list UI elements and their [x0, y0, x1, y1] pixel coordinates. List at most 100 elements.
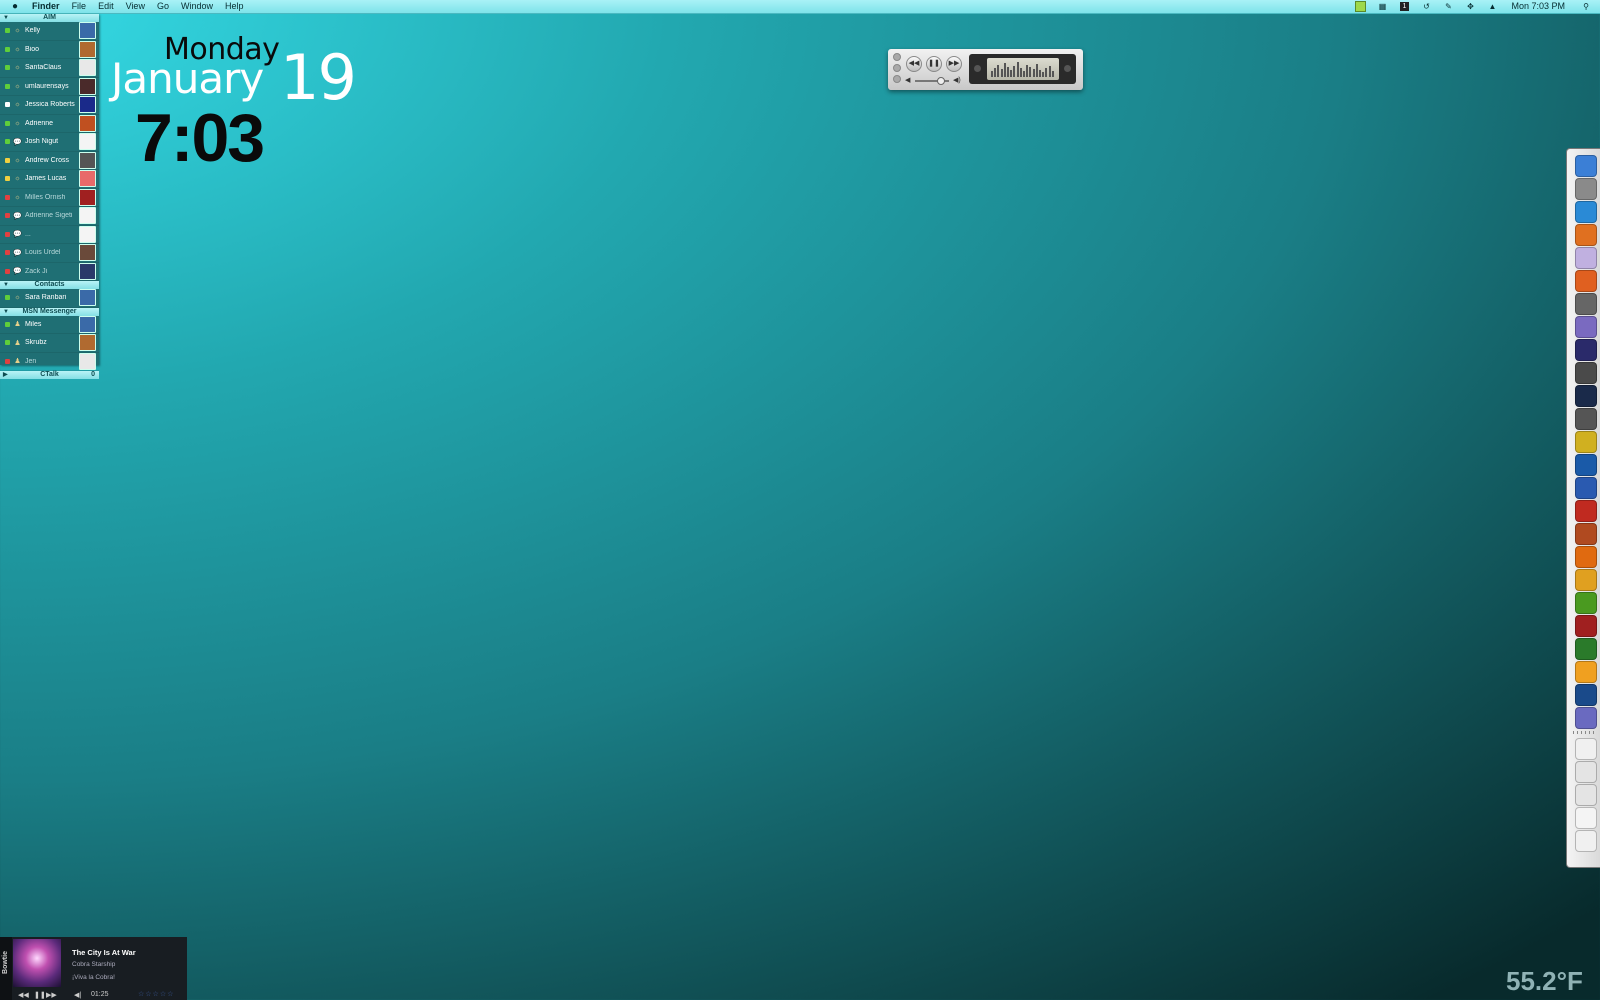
buddy-row[interactable]: ☼ SantaClaus: [0, 59, 99, 78]
activity-monitor-icon[interactable]: [1575, 638, 1597, 660]
buddy-row[interactable]: 💬 Josh Nigut: [0, 133, 99, 152]
dreamweaver-icon[interactable]: [1575, 592, 1597, 614]
disclosure-triangle-icon[interactable]: ▶: [3, 371, 8, 379]
fireworks-icon[interactable]: [1575, 569, 1597, 591]
pen-icon[interactable]: ✎: [1442, 1, 1454, 12]
buddy-row[interactable]: ♟ Skrubz: [0, 334, 99, 353]
buddy-row[interactable]: ☼ Milles Ornish: [0, 188, 99, 207]
final-cut-icon[interactable]: [1575, 362, 1597, 384]
menu-help[interactable]: Help: [225, 0, 244, 13]
buddy-row[interactable]: 💬 ...: [0, 225, 99, 244]
buddy-avatar[interactable]: [79, 262, 96, 280]
time-machine-icon[interactable]: ↺: [1420, 1, 1432, 12]
volume-knob[interactable]: [937, 77, 945, 85]
aperture-icon[interactable]: [1575, 339, 1597, 361]
minimize-window-button[interactable]: [893, 64, 901, 72]
acrobat-icon[interactable]: [1575, 615, 1597, 637]
previous-track-icon[interactable]: ◀◀: [18, 991, 29, 999]
group-header-ctalk[interactable]: ▶ CTalk 0: [0, 371, 99, 379]
lcd-display[interactable]: [969, 54, 1076, 84]
close-window-button[interactable]: [893, 53, 901, 61]
buddy-avatar[interactable]: [79, 151, 96, 169]
app-name-menu[interactable]: Finder: [32, 0, 60, 13]
documents-stack-icon[interactable]: [1575, 738, 1597, 760]
buddy-avatar[interactable]: [79, 315, 96, 333]
system-preferences-icon[interactable]: [1575, 408, 1597, 430]
photo-booth-icon[interactable]: [1575, 293, 1597, 315]
buddy-row[interactable]: ♟ Miles: [0, 315, 99, 334]
rewind-button[interactable]: ◀◀: [906, 56, 922, 72]
sfork-icon[interactable]: [1575, 807, 1597, 829]
buddy-row[interactable]: ☼ Bioo: [0, 40, 99, 59]
bowtie-tab[interactable]: Bowtie: [0, 937, 12, 1000]
buddy-avatar[interactable]: [79, 188, 96, 206]
menu-go[interactable]: Go: [157, 0, 169, 13]
lcd-right-button[interactable]: [1064, 65, 1071, 72]
lcd-left-button[interactable]: [974, 65, 981, 72]
buddy-avatar[interactable]: [79, 225, 96, 243]
menu-window[interactable]: Window: [181, 0, 213, 13]
disclosure-triangle-icon[interactable]: ▼: [3, 281, 9, 289]
buddy-avatar[interactable]: [79, 96, 96, 114]
flash-icon[interactable]: [1575, 500, 1597, 522]
buddy-row[interactable]: ☼ Andrew Cross: [0, 151, 99, 170]
finder-icon[interactable]: [1575, 155, 1597, 177]
volume-icon[interactable]: ◀|: [74, 991, 81, 999]
buddy-avatar[interactable]: [79, 40, 96, 58]
buddy-row[interactable]: 💬 Louis Urdel: [0, 244, 99, 263]
buddy-avatar[interactable]: [79, 170, 96, 188]
buddy-avatar[interactable]: [79, 114, 96, 132]
terminal-icon[interactable]: [1575, 431, 1597, 453]
group-header-2[interactable]: ▼ MSN Messenger: [0, 307, 99, 316]
safari-icon[interactable]: [1575, 201, 1597, 223]
photoshop-icon[interactable]: [1575, 454, 1597, 476]
zoom-window-button[interactable]: [893, 75, 901, 83]
firefox-icon[interactable]: [1575, 224, 1597, 246]
menu-clock[interactable]: Mon 7:03 PM: [1511, 0, 1565, 13]
rating-stars[interactable]: ☆☆☆☆☆: [138, 990, 174, 998]
buddy-row[interactable]: 💬 Zack Ji: [0, 262, 99, 281]
buddy-row[interactable]: ☼ Jessica Roberts: [0, 96, 99, 115]
time-machine-icon[interactable]: [1575, 385, 1597, 407]
menu-edit[interactable]: Edit: [98, 0, 114, 13]
move-icon[interactable]: ✥: [1464, 1, 1476, 12]
next-track-icon[interactable]: ▶▶: [46, 991, 57, 999]
webcam-icon[interactable]: [1575, 178, 1597, 200]
garageband-icon[interactable]: [1575, 661, 1597, 683]
buddy-avatar[interactable]: [79, 133, 96, 151]
bridge-icon[interactable]: [1575, 523, 1597, 545]
buddy-avatar[interactable]: [79, 244, 96, 262]
buddy-avatar[interactable]: [79, 207, 96, 225]
volume-icon[interactable]: ▲: [1486, 1, 1498, 12]
fast-forward-button[interactable]: ▶▶: [946, 56, 962, 72]
automator-icon[interactable]: [1575, 707, 1597, 729]
illustrator-icon[interactable]: [1575, 546, 1597, 568]
contribute-icon[interactable]: [1575, 477, 1597, 499]
buddy-avatar[interactable]: [79, 59, 96, 77]
disclosure-triangle-icon[interactable]: ▼: [3, 14, 9, 22]
grid-icon[interactable]: ▦: [1376, 1, 1388, 12]
clock-icon[interactable]: [1575, 270, 1597, 292]
album-art[interactable]: [13, 939, 61, 987]
status-green-icon[interactable]: [1354, 1, 1366, 12]
buddy-row[interactable]: ☼ umlaurensays: [0, 77, 99, 96]
buddy-row[interactable]: 💬 Adrienne Sigeti: [0, 207, 99, 226]
menu-file[interactable]: File: [72, 0, 87, 13]
buddy-avatar[interactable]: [79, 22, 96, 40]
itunes-icon[interactable]: [1575, 247, 1597, 269]
disclosure-triangle-icon[interactable]: ▼: [3, 308, 9, 316]
buddy-avatar[interactable]: [79, 352, 96, 370]
folder-icon[interactable]: [1575, 761, 1597, 783]
buddy-row[interactable]: ☼ Sara Ranbari: [0, 289, 99, 308]
preview-icon[interactable]: [1575, 316, 1597, 338]
buddy-avatar[interactable]: [79, 289, 96, 307]
mail-folder-icon[interactable]: [1575, 784, 1597, 806]
buddy-row[interactable]: ♟ Jen: [0, 352, 99, 371]
buddy-avatar[interactable]: [79, 334, 96, 352]
quicktime-icon[interactable]: [1575, 684, 1597, 706]
numeric-1-icon[interactable]: 1: [1398, 1, 1410, 12]
buddy-row[interactable]: ☼ Adrienne: [0, 114, 99, 133]
buddy-row[interactable]: ☼ Kelly: [0, 22, 99, 41]
group-header-0[interactable]: ▼ AIM: [0, 14, 99, 22]
buddy-row[interactable]: ☼ James Lucas: [0, 170, 99, 189]
